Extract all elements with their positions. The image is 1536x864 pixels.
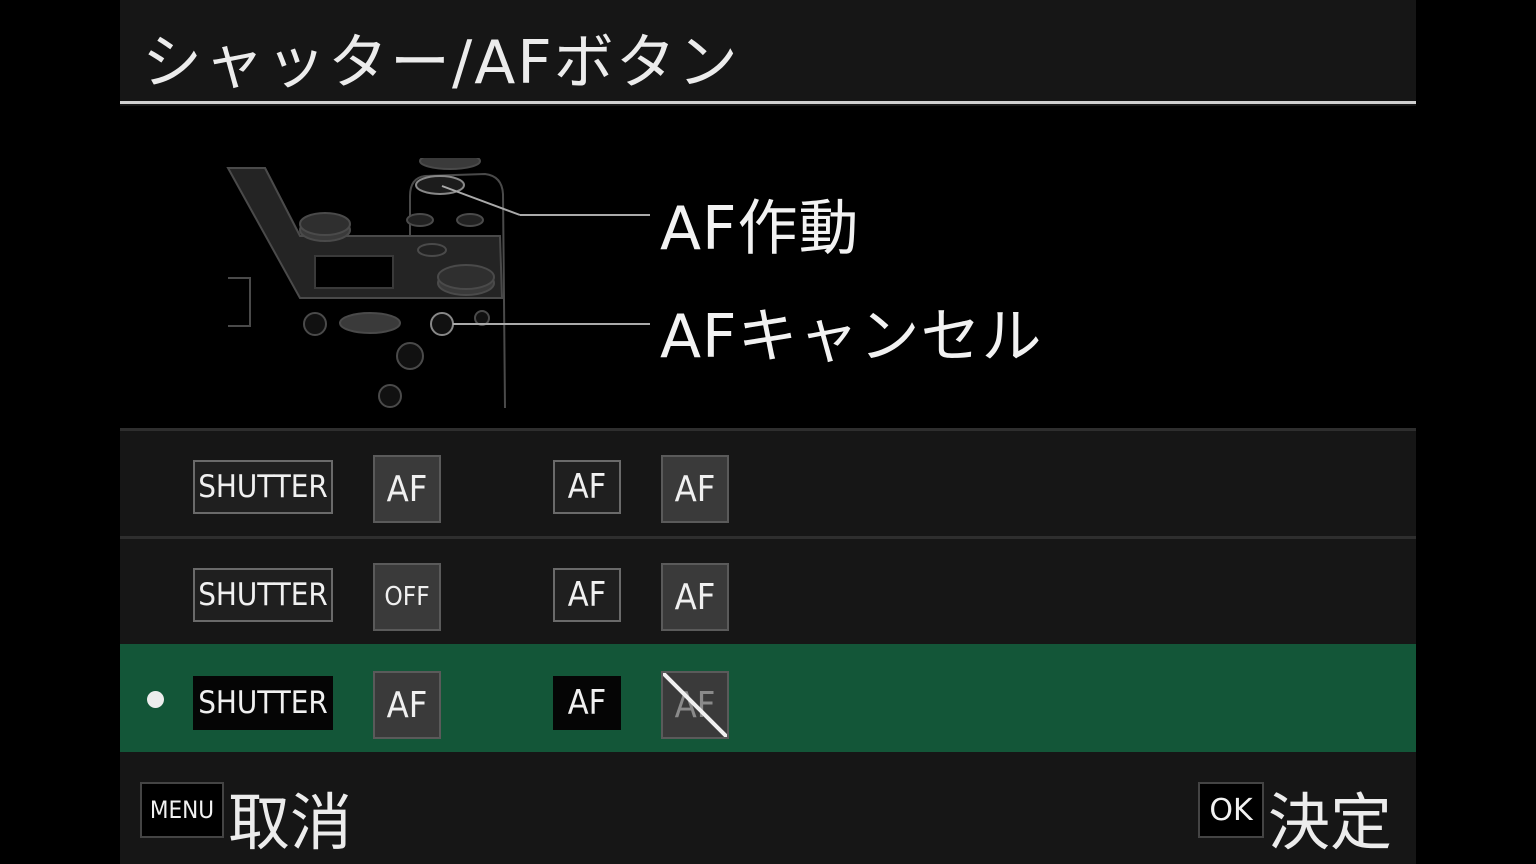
footer-bar: MENU 取消 OK 決定 (120, 752, 1416, 864)
option-row-1[interactable]: SHUTTER AF AF AF (120, 428, 1416, 536)
option-list: SHUTTER AF AF AF SHUTTER OFF AF AF SHUTT… (120, 428, 1416, 752)
af-button-badge: AF (553, 568, 621, 622)
cancel-label: 取消 (228, 786, 353, 859)
shutter-badge: SHUTTER (193, 676, 333, 730)
menu-key-icon[interactable]: MENU (140, 782, 224, 838)
shutter-badge: SHUTTER (193, 568, 333, 622)
option-row-2[interactable]: SHUTTER OFF AF AF (120, 536, 1416, 644)
af-on-callout: AF作動 (660, 194, 860, 264)
slash-icon (663, 673, 727, 737)
half-press-off-badge: OFF (373, 563, 441, 631)
shutter-badge: SHUTTER (193, 460, 333, 514)
camera-top-illustration (226, 158, 650, 409)
ok-key-icon[interactable]: OK (1198, 782, 1264, 838)
option-row-3[interactable]: SHUTTER AF AF AF (120, 644, 1416, 752)
af-cancel-callout: AFキャンセル (660, 302, 1043, 372)
half-press-af-badge: AF (373, 455, 441, 523)
af-button-badge: AF (553, 676, 621, 730)
af-button-badge: AF (553, 460, 621, 514)
confirm-label: 決定 (1268, 786, 1393, 859)
page-title: シャッター/AFボタン (142, 28, 740, 98)
af-on-badge: AF (661, 563, 729, 631)
af-on-badge: AF (661, 455, 729, 523)
af-cancel-badge: AF (661, 671, 729, 739)
title-bar: シャッター/AFボタン (120, 0, 1416, 104)
button-diagram: AF作動 AFキャンセル (120, 106, 1416, 428)
selected-indicator-icon (147, 691, 164, 708)
half-press-af-badge: AF (373, 671, 441, 739)
settings-screen: シャッター/AFボタン AF作動 AFキャンセル SHUTTER AF AF A… (120, 0, 1416, 864)
